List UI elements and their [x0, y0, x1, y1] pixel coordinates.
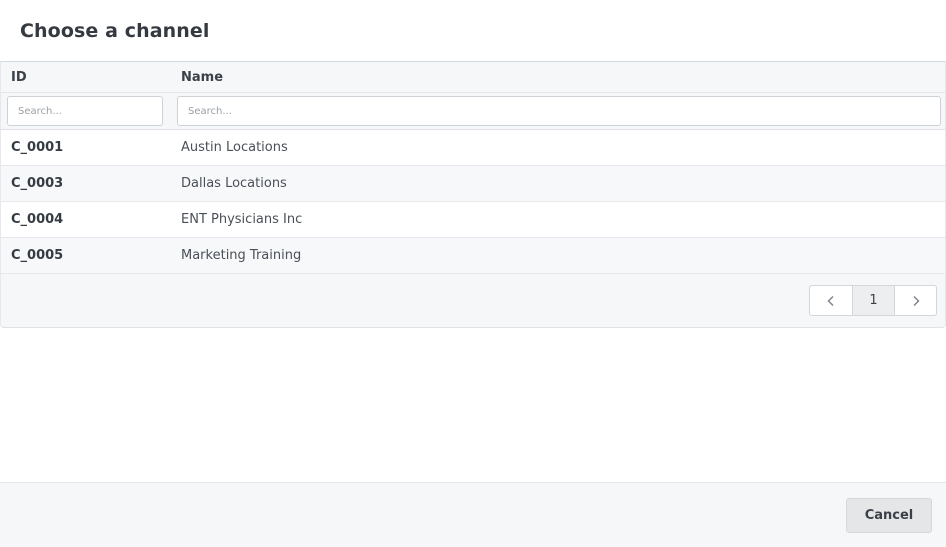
cell-id: C_0003 — [11, 176, 64, 191]
page-number-button[interactable]: 1 — [852, 286, 894, 315]
grid-body: C_0001 Austin Locations C_0003 Dallas Lo… — [1, 130, 945, 274]
filter-row — [1, 93, 945, 130]
pagination: 1 — [809, 285, 937, 316]
next-page-button[interactable] — [894, 286, 936, 315]
cell-name: Dallas Locations — [181, 176, 287, 191]
cell-name: ENT Physicians Inc — [181, 212, 303, 227]
column-header-id[interactable]: ID — [1, 70, 171, 85]
column-header-name[interactable]: Name — [171, 70, 945, 85]
cell-id: C_0001 — [11, 140, 64, 155]
channel-grid: ID Name C_0001 Austin Locations C_0003 D… — [0, 61, 946, 328]
previous-page-button[interactable] — [810, 286, 852, 315]
chevron-left-icon — [827, 295, 834, 306]
pagination-bar: 1 — [1, 274, 945, 327]
dialog-header: Choose a channel — [0, 0, 946, 62]
table-row[interactable]: C_0001 Austin Locations — [1, 130, 945, 166]
cell-name: Austin Locations — [181, 140, 288, 155]
cancel-button[interactable]: Cancel — [846, 497, 932, 533]
grid-header-row: ID Name — [1, 62, 945, 93]
name-search-input[interactable] — [177, 96, 941, 126]
table-row[interactable]: C_0004 ENT Physicians Inc — [1, 202, 945, 238]
cell-id: C_0004 — [11, 212, 64, 227]
choose-channel-dialog: Choose a channel ID Name C_0001 Austin L… — [0, 0, 946, 547]
chevron-right-icon — [913, 295, 919, 306]
dialog-footer: Cancel — [0, 482, 946, 547]
cell-id: C_0005 — [11, 248, 64, 263]
id-search-input[interactable] — [7, 96, 163, 126]
table-row[interactable]: C_0003 Dallas Locations — [1, 166, 945, 202]
cell-name: Marketing Training — [181, 248, 302, 263]
table-row[interactable]: C_0005 Marketing Training — [1, 238, 945, 274]
dialog-title: Choose a channel — [20, 20, 210, 42]
